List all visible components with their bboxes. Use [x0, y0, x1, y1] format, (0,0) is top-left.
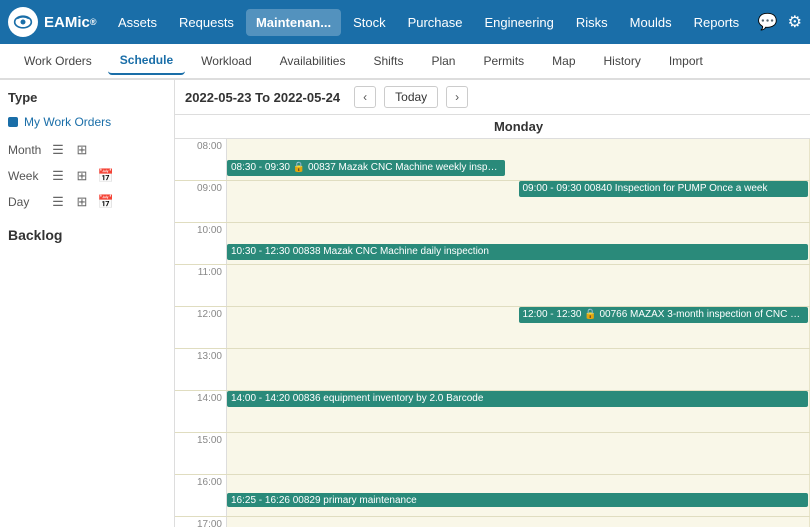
time-label-1300: 13:00 — [175, 349, 227, 390]
time-cell-1100[interactable] — [227, 265, 810, 306]
calendar-area: 2022-05-23 To 2022-05-24 ‹ Today › Monda… — [175, 80, 810, 527]
my-work-orders-filter[interactable]: My Work Orders — [8, 115, 166, 129]
top-nav-item-engineering[interactable]: Engineering — [475, 9, 564, 36]
sub-nav-item-map[interactable]: Map — [540, 48, 587, 74]
sub-nav-item-availabilities[interactable]: Availabilities — [268, 48, 358, 74]
prev-btn[interactable]: ‹ — [354, 86, 376, 108]
sub-nav-item-permits[interactable]: Permits — [471, 48, 536, 74]
my-work-orders-label: My Work Orders — [24, 115, 111, 129]
logo-area: EAMic® — [8, 7, 98, 37]
week-label: Week — [8, 169, 48, 183]
day-view-row: Day ☰ ⊞ 📅 — [8, 193, 166, 211]
time-label-1100: 11:00 — [175, 265, 227, 306]
time-label-0900: 09:00 — [175, 181, 227, 222]
sub-nav-item-schedule[interactable]: Schedule — [108, 47, 185, 75]
time-label-1200: 12:00 — [175, 307, 227, 348]
my-work-orders-dot — [8, 117, 18, 127]
monday-header: Monday — [227, 115, 810, 138]
calendar-event-evt5[interactable]: 14:00 - 14:20 00836 equipment inventory … — [227, 391, 808, 407]
top-nav-item-moulds[interactable]: Moulds — [620, 9, 682, 36]
time-row-1700: 17:00 — [175, 517, 810, 527]
calendar-scroll-content: 08:0009:0010:0011:0012:0013:0014:0015:00… — [175, 139, 810, 527]
top-nav-item-purchase[interactable]: Purchase — [398, 9, 473, 36]
calendar-event-evt1[interactable]: 08:30 - 09:30 🔒 00837 Mazak CNC Machine … — [227, 160, 505, 176]
week-grid-icon[interactable]: ⊞ — [72, 167, 92, 185]
sidebar-type-label: Type — [8, 90, 166, 105]
sub-nav-item-workload[interactable]: Workload — [189, 48, 263, 74]
top-nav-items: AssetsRequestsMaintenan...StockPurchaseE… — [108, 9, 758, 36]
top-nav-item-requests[interactable]: Requests — [169, 9, 244, 36]
today-btn[interactable]: Today — [384, 86, 438, 108]
month-view-icons: ☰ ⊞ — [48, 141, 92, 159]
month-view-row: Month ☰ ⊞ — [8, 141, 166, 159]
time-row-1500: 15:00 — [175, 433, 810, 475]
calendar-event-evt6[interactable]: 16:25 - 16:26 00829 primary maintenance — [227, 493, 808, 507]
sub-nav-item-import[interactable]: Import — [657, 48, 715, 74]
sub-navigation: Work OrdersScheduleWorkloadAvailabilitie… — [0, 44, 810, 80]
day-cal-icon[interactable]: 📅 — [96, 193, 116, 211]
time-label-1400: 14:00 — [175, 391, 227, 432]
chat-icon[interactable]: 💬 — [758, 12, 778, 32]
month-label: Month — [8, 143, 48, 157]
sub-nav-item-shifts[interactable]: Shifts — [361, 48, 415, 74]
app-name: EAMic — [44, 14, 90, 31]
week-list-icon[interactable]: ☰ — [48, 167, 68, 185]
top-navigation: EAMic® AssetsRequestsMaintenan...StockPu… — [0, 0, 810, 44]
calendar-event-evt2[interactable]: 09:00 - 09:30 00840 Inspection for PUMP … — [519, 181, 809, 197]
day-headers: Monday — [175, 115, 810, 139]
top-nav-right: 💬 ⚙ — [758, 12, 802, 32]
sub-nav-item-history[interactable]: History — [592, 48, 653, 74]
sub-nav-item-work-orders[interactable]: Work Orders — [12, 48, 104, 74]
time-row-1300: 13:00 — [175, 349, 810, 391]
time-row-1100: 11:00 — [175, 265, 810, 307]
time-label-1600: 16:00 — [175, 475, 227, 516]
date-range: 2022-05-23 To 2022-05-24 — [185, 90, 340, 105]
logo-icon — [8, 7, 38, 37]
week-view-row: Week ☰ ⊞ 📅 — [8, 167, 166, 185]
time-cell-1500[interactable] — [227, 433, 810, 474]
app-registered: ® — [90, 17, 97, 27]
next-btn[interactable]: › — [446, 86, 468, 108]
calendar-event-evt3[interactable]: 10:30 - 12:30 00838 Mazak CNC Machine da… — [227, 244, 808, 260]
time-cell-1300[interactable] — [227, 349, 810, 390]
calendar-grid[interactable]: 08:0009:0010:0011:0012:0013:0014:0015:00… — [175, 139, 810, 527]
day-grid-icon[interactable]: ⊞ — [72, 193, 92, 211]
top-nav-item-risks[interactable]: Risks — [566, 9, 618, 36]
day-label: Day — [8, 195, 48, 209]
sub-nav-item-plan[interactable]: Plan — [419, 48, 467, 74]
time-label-1700: 17:00 — [175, 517, 227, 527]
time-cell-1700[interactable] — [227, 517, 810, 527]
sidebar: Type My Work Orders Month ☰ ⊞ Week ☰ ⊞ 📅… — [0, 80, 175, 527]
backlog-title: Backlog — [8, 227, 166, 243]
top-nav-item-assets[interactable]: Assets — [108, 9, 167, 36]
top-nav-item-maintenan---[interactable]: Maintenan... — [246, 9, 341, 36]
top-nav-item-reports[interactable]: Reports — [684, 9, 750, 36]
calendar-header: 2022-05-23 To 2022-05-24 ‹ Today › — [175, 80, 810, 115]
week-cal-icon[interactable]: 📅 — [96, 167, 116, 185]
week-view-icons: ☰ ⊞ 📅 — [48, 167, 116, 185]
month-list-icon[interactable]: ☰ — [48, 141, 68, 159]
time-label-1000: 10:00 — [175, 223, 227, 264]
time-label-1500: 15:00 — [175, 433, 227, 474]
calendar-event-evt4[interactable]: 12:00 - 12:30 🔒 00766 MAZAX 3-month insp… — [519, 307, 809, 323]
day-list-icon[interactable]: ☰ — [48, 193, 68, 211]
settings-icon[interactable]: ⚙ — [788, 12, 802, 32]
main-content: Type My Work Orders Month ☰ ⊞ Week ☰ ⊞ 📅… — [0, 80, 810, 527]
day-view-icons: ☰ ⊞ 📅 — [48, 193, 116, 211]
time-gutter-header — [175, 115, 227, 138]
top-nav-item-stock[interactable]: Stock — [343, 9, 396, 36]
month-grid-icon[interactable]: ⊞ — [72, 141, 92, 159]
time-label-0800: 08:00 — [175, 139, 227, 180]
